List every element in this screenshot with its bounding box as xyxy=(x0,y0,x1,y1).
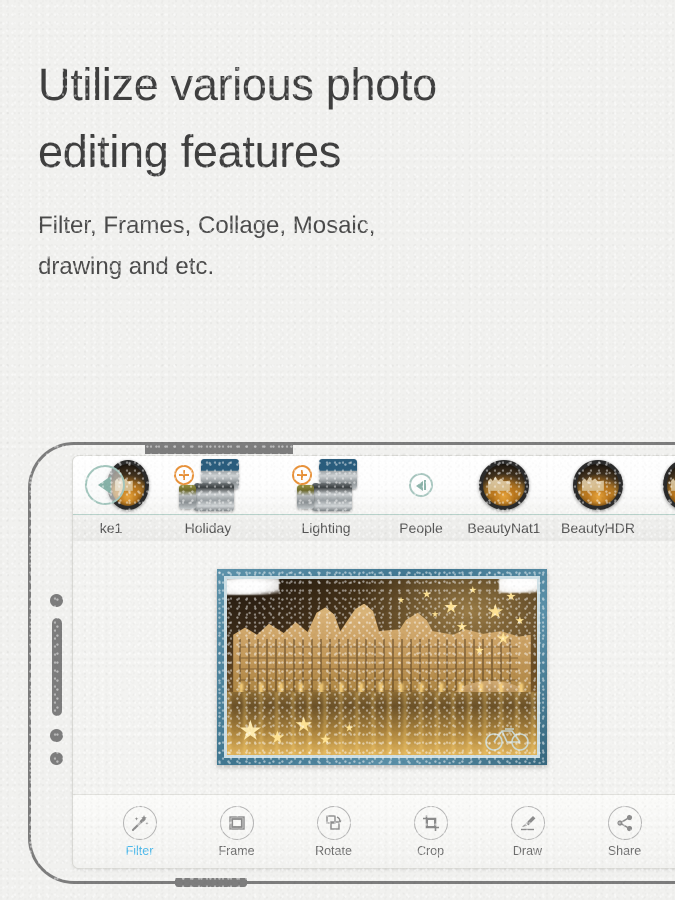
cloud-overlay xyxy=(227,579,279,595)
toolbar-item-filter[interactable]: Filter xyxy=(103,805,177,858)
carousel-label-0: ke1 xyxy=(99,520,123,536)
phone-top-tab xyxy=(145,442,293,454)
cloud-overlay xyxy=(499,579,537,593)
toolbar-item-rotate[interactable]: Rotate xyxy=(297,805,371,858)
magic-wand-icon[interactable] xyxy=(122,805,157,840)
plus-download-badge[interactable] xyxy=(292,465,312,485)
carousel-item-5[interactable] xyxy=(551,456,645,514)
bicycle-overlay xyxy=(485,728,529,751)
round-photo-thumb[interactable] xyxy=(479,460,529,510)
phone-volume-rocker xyxy=(52,618,62,716)
camera-lens-pack[interactable] xyxy=(292,459,357,511)
round-photo-thumb[interactable] xyxy=(663,460,675,510)
phone-bottom-tab xyxy=(175,878,247,887)
carousel-item-2[interactable] xyxy=(267,456,385,514)
carousel-label-3: People xyxy=(399,520,443,536)
chevron-left-circle-icon[interactable] xyxy=(85,465,125,505)
filter-carousel[interactable] xyxy=(73,456,675,515)
phone-button-mid xyxy=(50,729,63,742)
collapse-left-circle-icon[interactable] xyxy=(409,473,433,497)
camera-lens-pack[interactable] xyxy=(174,459,239,511)
rotate-icon[interactable] xyxy=(316,805,351,840)
carousel-item-1[interactable] xyxy=(149,456,267,514)
page-subtitle: Filter, Frames, Collage, Mosaic, drawing… xyxy=(38,212,376,281)
round-photo-thumb[interactable] xyxy=(573,460,623,510)
promo-copy: Utilize various photo editing features F… xyxy=(38,52,598,288)
editor-toolbar[interactable]: Filter Frame Rotate Crop Draw Share xyxy=(73,794,675,868)
phone-button-top xyxy=(50,594,63,607)
carousel-label-1: Holiday xyxy=(184,520,232,536)
lens-icon xyxy=(179,485,196,509)
photo-frame-inner xyxy=(224,576,540,758)
toolbar-item-frame[interactable]: Frame xyxy=(200,805,274,858)
carousel-item-6[interactable] xyxy=(645,456,675,514)
frame-square-icon[interactable] xyxy=(219,805,254,840)
carousel-label-5: BeautyHDR xyxy=(561,520,635,536)
phone-button-low xyxy=(50,752,63,765)
toolbar-item-crop[interactable]: Crop xyxy=(394,805,468,858)
toolbar-item-share[interactable]: Share xyxy=(588,805,662,858)
toolbar-item-draw[interactable]: Draw xyxy=(491,805,565,858)
brush-icon[interactable] xyxy=(510,805,545,840)
carousel-label-4: BeautyNat1 xyxy=(467,520,541,536)
carousel-label-2: Lighting xyxy=(301,520,351,536)
photo-frame[interactable] xyxy=(217,569,547,765)
toolbar-label-draw: Draw xyxy=(512,843,543,858)
lens-icon xyxy=(194,483,234,511)
photo-canvas[interactable] xyxy=(73,541,675,793)
filter-carousel-labels: ke1 Holiday Lighting People BeautyNat1 B… xyxy=(73,515,675,541)
toolbar-label-filter: Filter xyxy=(125,843,154,858)
crop-icon[interactable] xyxy=(413,805,448,840)
toolbar-label-rotate: Rotate xyxy=(315,843,352,858)
lens-icon xyxy=(312,483,352,511)
page-title: Utilize various photo editing features xyxy=(38,59,437,177)
lens-icon xyxy=(297,485,314,509)
plus-download-badge[interactable] xyxy=(174,465,194,485)
toolbar-label-crop: Crop xyxy=(416,843,445,858)
share-nodes-icon[interactable] xyxy=(607,805,642,840)
carousel-item-3[interactable] xyxy=(385,456,457,514)
carousel-item-4[interactable] xyxy=(457,456,551,514)
toolbar-label-share: Share xyxy=(607,843,642,858)
app-screen: ke1 Holiday Lighting People BeautyNat1 B… xyxy=(72,455,675,869)
toolbar-label-frame: Frame xyxy=(218,843,255,858)
